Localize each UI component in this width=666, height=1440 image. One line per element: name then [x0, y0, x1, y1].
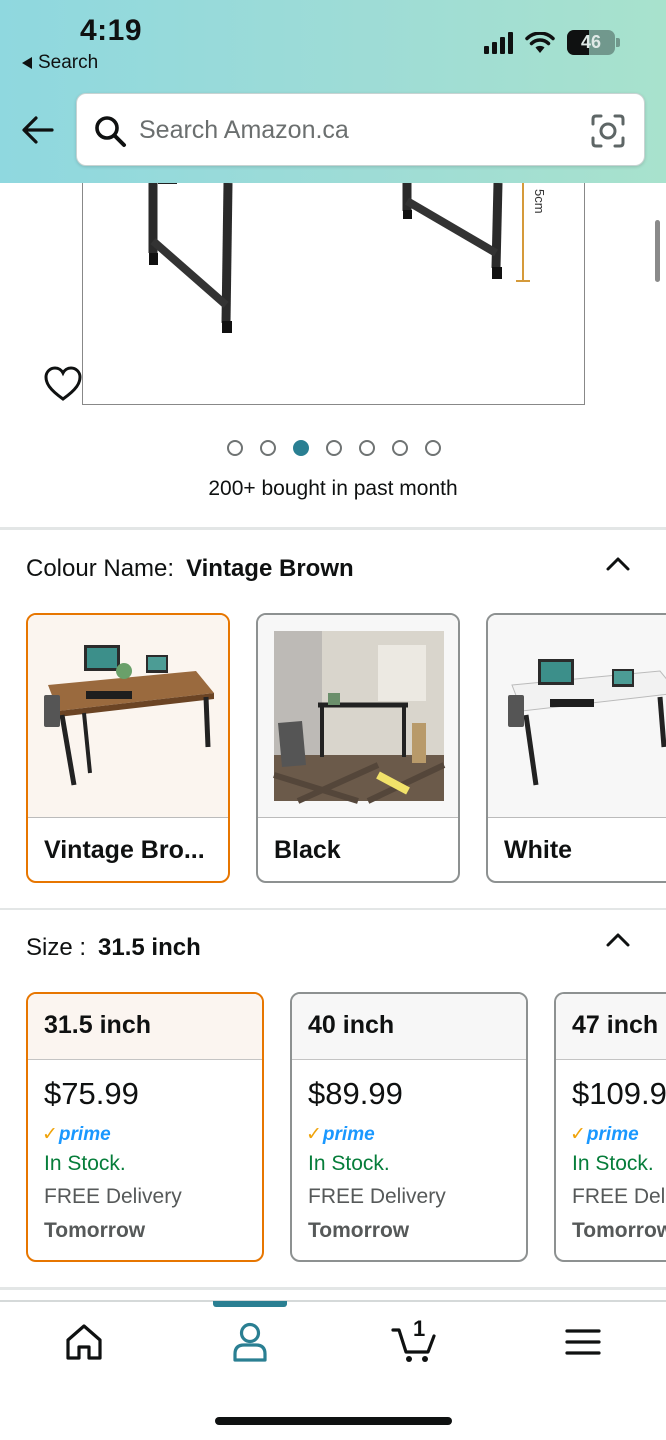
delivery-text: FREE Delivery [572, 1185, 666, 1208]
scroll-indicator [655, 220, 660, 282]
swatch-name: Black [258, 817, 458, 881]
colour-swatch-vintage-brown[interactable]: Vintage Bro... [26, 613, 230, 883]
size-option-31-5-inch[interactable]: 31.5 inch $75.99 ✓ prime In Stock. FREE D… [26, 992, 264, 1262]
back-arrow-icon[interactable] [20, 112, 56, 148]
prime-badge: ✓ prime [306, 1123, 375, 1146]
colour-swatch-white[interactable]: White [486, 613, 666, 883]
cart-count: 1 [413, 1316, 426, 1341]
size-option-40-inch[interactable]: 40 inch $89.99 ✓ prime In Stock. FREE Del… [290, 992, 528, 1262]
delivery-date: Tomorrow [44, 1219, 146, 1242]
divider [0, 527, 666, 530]
delivery-text: FREE Delivery [44, 1185, 182, 1208]
battery-icon: 46 [567, 30, 615, 55]
size-option-label: 40 inch [292, 994, 526, 1060]
camera-lens-icon[interactable] [590, 113, 626, 149]
size-option-price: $89.99 [308, 1076, 403, 1111]
wishlist-heart-icon[interactable] [44, 366, 82, 402]
size-option-price: $109.99 [572, 1076, 666, 1111]
swatch-image [488, 615, 666, 817]
carousel-dot[interactable] [227, 440, 243, 456]
delivery-text: FREE Delivery [308, 1185, 446, 1208]
prime-label: prime [58, 1123, 111, 1145]
size-row: Size : 31.5 inch [26, 934, 201, 962]
swatch-image [28, 615, 228, 817]
divider [0, 1287, 666, 1290]
size-option-label: 47 inch [556, 994, 666, 1060]
back-to-app-label: Search [38, 52, 99, 73]
search-bar[interactable] [76, 93, 645, 166]
size-option-47-inch[interactable]: 47 inch $109.99 ✓prime In Stock. FREE De… [554, 992, 666, 1262]
carousel-dot[interactable] [293, 440, 309, 456]
image-carousel-dots[interactable] [227, 440, 441, 456]
status-time: 4:19 [80, 14, 143, 47]
delivery-date: Tomorrow [572, 1219, 666, 1242]
stock-status: In Stock. [308, 1152, 390, 1175]
delivery-date: Tomorrow [308, 1219, 410, 1242]
battery-percent: 46 [580, 32, 602, 52]
prime-label: prime [322, 1123, 375, 1145]
cellular-signal-icon [484, 31, 513, 54]
chevron-up-icon[interactable] [604, 930, 632, 950]
chevron-up-icon[interactable] [604, 554, 632, 574]
size-label: Size : [26, 934, 87, 961]
divider [0, 908, 666, 910]
account-icon[interactable] [225, 1320, 275, 1364]
prime-check-icon: ✓ [42, 1124, 58, 1145]
carousel-dot[interactable] [392, 440, 408, 456]
menu-icon[interactable] [558, 1320, 608, 1364]
home-indicator [215, 1417, 452, 1425]
prime-badge: ✓ prime [42, 1123, 111, 1146]
swatch-name: White [488, 817, 666, 881]
prime-check-icon: ✓ [306, 1124, 322, 1145]
colour-label: Colour Name: [26, 555, 175, 582]
size-selected-value: 31.5 inch [98, 934, 201, 961]
back-triangle-icon [22, 57, 32, 69]
product-image[interactable]: 5cm [82, 183, 585, 405]
stock-status: In Stock. [572, 1152, 654, 1175]
search-icon[interactable] [93, 114, 127, 148]
swatch-name: Vintage Bro... [28, 817, 228, 881]
prime-label: prime [586, 1123, 639, 1145]
home-icon[interactable] [59, 1320, 109, 1364]
colour-row: Colour Name: Vintage Brown [26, 555, 354, 583]
header-bar: 4:19 Search 46 [0, 0, 666, 183]
colour-swatch-black[interactable]: Black [256, 613, 460, 883]
wifi-icon [525, 31, 555, 53]
search-input[interactable] [139, 108, 579, 152]
carousel-dot[interactable] [260, 440, 276, 456]
size-option-price: $75.99 [44, 1076, 139, 1111]
carousel-dot[interactable] [425, 440, 441, 456]
colour-selected-value: Vintage Brown [186, 555, 354, 582]
prime-badge: ✓ prime [570, 1123, 639, 1146]
bought-in-past-month: 200+ bought in past month [208, 477, 458, 500]
size-option-label: 31.5 inch [28, 994, 262, 1060]
stock-status: In Stock. [44, 1152, 126, 1175]
desk-legs-illustration: 5cm [148, 183, 547, 333]
prime-check-icon: ✓ [570, 1124, 586, 1145]
carousel-dot[interactable] [326, 440, 342, 456]
dimension-label: 5cm [532, 189, 547, 214]
carousel-dot[interactable] [359, 440, 375, 456]
status-icons: 46 [484, 30, 620, 55]
active-tab-indicator [213, 1301, 287, 1307]
swatch-image [258, 615, 458, 817]
back-to-search-app[interactable]: Search [22, 52, 98, 74]
